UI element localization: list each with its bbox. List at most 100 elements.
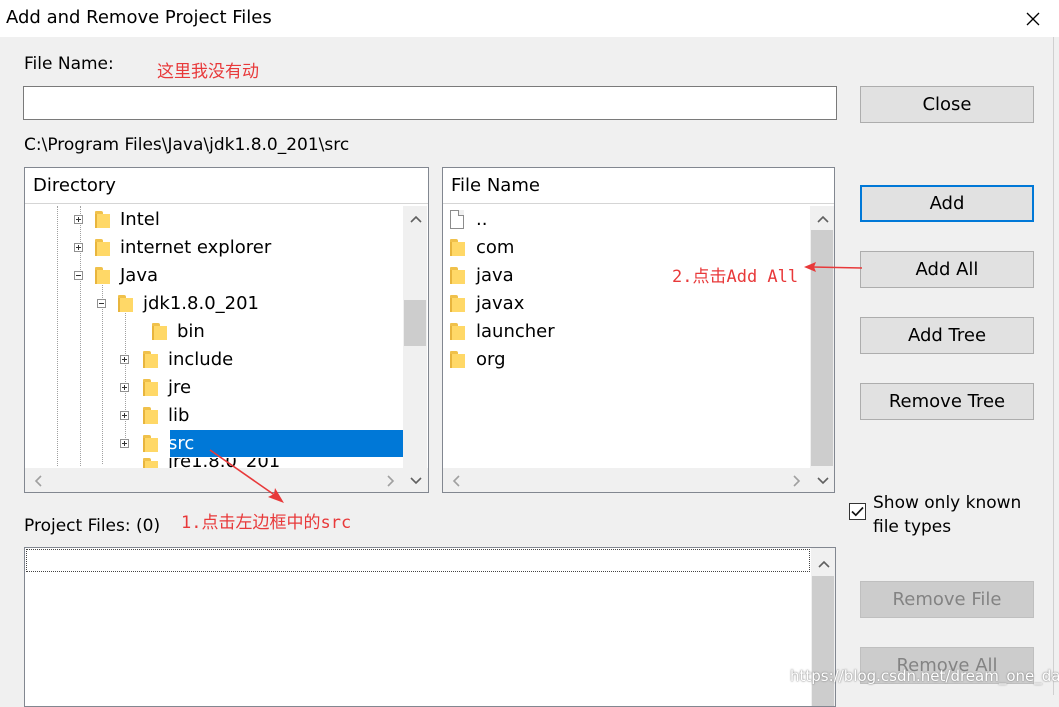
add-tree-button[interactable]: Add Tree [860,317,1034,354]
folder-icon [450,266,465,284]
tree-item-label: jre [168,376,192,398]
scroll-up-icon[interactable] [814,210,831,227]
show-known-types-line1: Show only known [873,493,1022,513]
tree-item-src[interactable]: src [120,429,194,457]
scroll-up-icon[interactable] [407,210,424,227]
project-files-list[interactable] [24,547,836,707]
file-item-label: java [476,264,514,286]
window-close-button[interactable] [1017,0,1049,37]
tree-item-intel[interactable]: Intel [74,205,160,233]
file-item-label: javax [476,292,525,314]
scroll-left-icon[interactable] [447,472,464,489]
files-vertical-scrollbar[interactable] [810,206,834,468]
scroll-down-icon[interactable] [814,472,831,489]
scroll-down-icon[interactable] [407,472,424,489]
file-item-launcher[interactable]: launcher [450,317,555,345]
folder-icon [95,238,110,256]
files-horizontal-scrollbar[interactable] [443,468,834,492]
add-all-button[interactable]: Add All [860,251,1034,288]
folder-icon [95,266,110,284]
scroll-right-icon[interactable] [382,472,399,489]
folder-icon [152,322,167,340]
window-title: Add and Remove Project Files [6,7,272,28]
tree-line [57,206,58,466]
show-known-types-checkbox[interactable] [849,503,866,520]
folder-icon [143,434,158,452]
annotation-step1: 1.点击左边框中的src [181,513,352,533]
watermark: https://blog.csdn.net/dream_one_day [790,667,1059,685]
file-name-header[interactable]: File Name [443,168,834,204]
folder-icon [143,458,158,468]
file-item-java[interactable]: java [450,261,514,289]
tree-item-label: internet explorer [120,236,272,258]
folder-icon [95,210,110,228]
file-item-label: com [476,236,515,258]
file-item-label: launcher [476,320,555,342]
tree-item-bin[interactable]: bin [120,317,205,345]
show-known-types-label[interactable]: Show only known file types [873,491,1021,539]
file-icon [450,209,464,229]
file-name-label: File Name: [24,54,114,74]
tree-item-label: include [168,348,234,370]
close-icon [1026,12,1040,25]
file-item-label: .. [476,208,488,230]
tree-item-jdk[interactable]: jdk1.8.0_201 [97,289,259,317]
annotation-arrow-right [804,262,863,272]
folder-icon [450,322,465,340]
tree-item-internet-explorer[interactable]: internet explorer [74,233,271,261]
file-item-javax[interactable]: javax [450,289,524,317]
folder-icon [143,378,158,396]
file-name-input[interactable] [23,86,837,120]
expand-plus-icon[interactable] [120,410,129,420]
remove-tree-button[interactable]: Remove Tree [860,383,1034,420]
expand-plus-icon[interactable] [74,242,83,252]
file-name-panel: File Name .. com java javax launcher org [442,167,835,493]
tree-item-label: bin [177,320,205,342]
close-button[interactable]: Close [860,86,1034,123]
annotation-step2: 2.点击Add All [672,267,799,287]
current-path: C:\Program Files\Java\jdk1.8.0_201\src [24,135,350,155]
directory-vertical-scrollbar[interactable] [403,206,427,468]
folder-icon [143,406,158,424]
focus-row [26,549,810,572]
collapse-minus-icon[interactable] [97,298,106,308]
checkmark-icon [851,506,864,517]
tree-item-label: Java [120,264,159,286]
folder-icon [450,350,465,368]
expand-plus-icon[interactable] [120,354,129,364]
folder-icon [450,294,465,312]
remove-file-button[interactable]: Remove File [860,581,1034,618]
expand-plus-icon[interactable] [120,382,129,392]
file-item-com[interactable]: com [450,233,514,261]
tree-item-java[interactable]: Java [74,261,158,289]
annotation-not-moved: 这里我没有动 [157,62,259,82]
directory-panel: Directory Intel internet explorer Java j… [24,167,429,493]
file-item-label: org [476,348,506,370]
file-item-parent[interactable]: .. [450,205,487,233]
scroll-right-icon[interactable] [788,472,805,489]
scroll-thumb[interactable] [404,300,426,346]
tree-item-jre[interactable]: jre [120,373,191,401]
tree-item-label: Intel [120,208,160,230]
window-edge [1053,37,1054,695]
directory-header[interactable]: Directory [25,168,428,204]
expand-plus-icon[interactable] [74,214,83,224]
project-files-label: Project Files: (0) [24,516,161,536]
scroll-left-icon[interactable] [29,472,46,489]
folder-icon [143,350,158,368]
file-item-org[interactable]: org [450,345,506,373]
scroll-thumb[interactable] [812,576,834,706]
scroll-up-icon[interactable] [815,555,832,572]
tree-item-lib[interactable]: lib [120,401,189,429]
tree-item-label: lib [168,404,190,426]
tree-item-label: jdk1.8.0_201 [143,292,260,314]
annotation-arrow-down [209,449,284,503]
tree-item-label: src [168,432,195,454]
folder-icon [450,238,465,256]
expand-plus-icon[interactable] [120,438,129,448]
collapse-minus-icon[interactable] [74,270,83,280]
tree-item-include[interactable]: include [120,345,233,373]
add-button[interactable]: Add [860,185,1034,222]
show-known-types-line2: file types [873,517,952,537]
folder-icon [118,294,133,312]
